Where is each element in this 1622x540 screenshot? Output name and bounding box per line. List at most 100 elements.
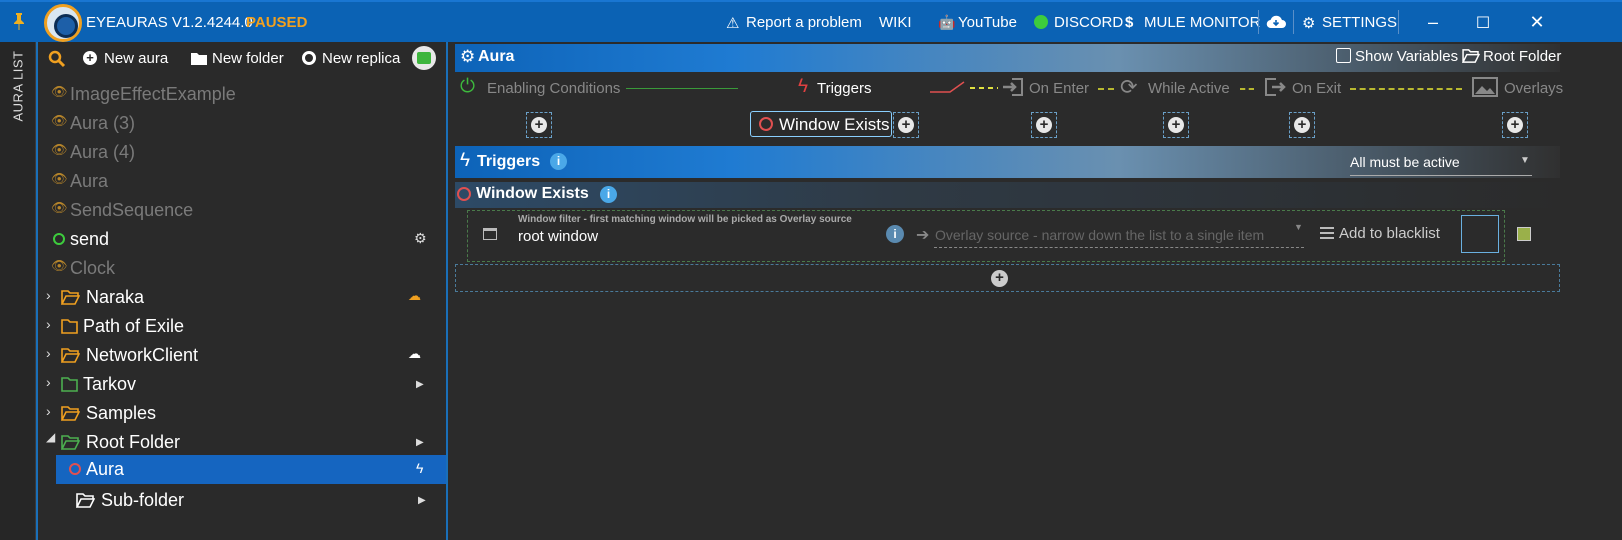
import-icon [417, 52, 431, 64]
check-circle-icon [53, 233, 65, 245]
window-filter-caption: Window filter - first matching window wi… [518, 214, 852, 225]
pin-icon[interactable] [12, 12, 26, 30]
info-icon[interactable]: i [550, 153, 567, 170]
enable-checkbox[interactable] [1517, 227, 1531, 241]
on-enter-tab[interactable]: On Enter [1029, 80, 1089, 97]
triggers-tab[interactable]: Triggers [817, 80, 871, 97]
plus-circle-icon: + [991, 270, 1008, 287]
tree-folder[interactable]: › Path of Exile [46, 313, 440, 341]
tree-item[interactable]: 👁 ImageEffectExample [50, 81, 440, 109]
wiki-link[interactable]: WIKI [879, 14, 912, 31]
while-active-tab[interactable]: While Active [1148, 80, 1230, 97]
report-problem-link[interactable]: Report a problem [746, 14, 862, 31]
add-on-exit-button[interactable]: + [1289, 112, 1315, 138]
tree-folder[interactable]: › Tarkov ▶ [46, 371, 440, 399]
scrollbar[interactable] [1606, 42, 1622, 540]
gear-icon[interactable]: ⚙ [414, 230, 427, 247]
caret-right-icon[interactable]: ▶ [418, 495, 426, 506]
circle-icon [759, 117, 773, 131]
chevron-right-icon[interactable]: › [46, 345, 51, 361]
tree-item-selected[interactable]: Aura ϟ [56, 455, 446, 484]
new-aura-button[interactable]: New aura [104, 50, 168, 67]
tree-item[interactable]: send ⚙ [50, 226, 440, 254]
folder-icon [61, 377, 78, 392]
folder-open-icon [61, 290, 80, 305]
aura-title: Aura [478, 48, 515, 65]
window-exists-chip[interactable]: Window Exists [750, 111, 892, 137]
tree-item[interactable]: 👁 Clock [50, 255, 440, 283]
tree-item[interactable]: 👁 Aura [50, 168, 440, 196]
list-icon [1320, 227, 1334, 239]
tree-folder[interactable]: Sub-folder ▶ [74, 487, 440, 515]
connector-line [1350, 88, 1462, 90]
youtube-link[interactable]: YouTube [958, 14, 1017, 31]
lightning-icon: ϟ [798, 76, 809, 97]
add-to-blacklist-button[interactable]: Add to blacklist [1339, 225, 1440, 242]
add-trigger-row[interactable]: + [455, 264, 1560, 292]
add-overlay-button[interactable]: + [1502, 112, 1528, 138]
chevron-down-icon[interactable]: ◢ [46, 430, 55, 444]
tree-item[interactable]: 👁 SendSequence [50, 197, 440, 225]
trigger-mode-select[interactable]: All must be active ▼ [1350, 150, 1532, 176]
aura-list-label: AURA LIST [10, 50, 26, 122]
tree-folder[interactable]: › NetworkClient ☁ [46, 342, 440, 370]
tree-folder[interactable]: › Samples [46, 400, 440, 428]
window-filter-input[interactable]: root window [518, 228, 598, 245]
exit-icon [1265, 78, 1286, 96]
cloud-upload-icon[interactable]: ☁ [408, 346, 421, 362]
power-icon: ⏻ [460, 76, 476, 97]
window-preview[interactable] [1461, 215, 1499, 253]
info-icon[interactable]: i [600, 186, 617, 203]
add-on-enter-button[interactable]: + [1031, 112, 1057, 138]
add-enabling-condition-button[interactable]: + [526, 112, 552, 138]
window-exists-header [455, 182, 1560, 208]
add-while-active-button[interactable]: + [1163, 112, 1189, 138]
eye-hidden-icon: 👁 [51, 84, 68, 99]
new-folder-button[interactable]: New folder [212, 50, 284, 67]
caret-right-icon[interactable]: ▶ [416, 437, 424, 448]
app-logo [44, 4, 82, 42]
cloud-download-icon[interactable] [1266, 14, 1286, 30]
on-exit-tab[interactable]: On Exit [1292, 80, 1341, 97]
overlay-source-select[interactable]: Overlay source - narrow down the list to… [934, 222, 1304, 248]
tree-folder[interactable]: ◢ Root Folder ▶ [46, 429, 440, 457]
folder-icon [61, 319, 78, 334]
chevron-down-icon: ▼ [1294, 222, 1303, 232]
import-button[interactable] [412, 46, 436, 70]
connector-line [626, 88, 738, 89]
connector-line [930, 81, 998, 93]
robot-icon: 🤖 [938, 14, 956, 30]
add-trigger-button[interactable]: + [893, 112, 919, 138]
eye-hidden-icon: 👁 [51, 258, 68, 273]
overlays-tab[interactable]: Overlays [1504, 80, 1563, 97]
connector-line [1240, 88, 1254, 90]
mule-monitor-link[interactable]: MULE MONITOR [1144, 14, 1260, 31]
caret-right-icon[interactable]: ▶ [416, 379, 424, 390]
discord-link[interactable]: DISCORD [1054, 14, 1123, 31]
tree-item[interactable]: 👁 Aura (3) [50, 110, 440, 138]
settings-link[interactable]: SETTINGS [1322, 14, 1397, 31]
new-replica-button[interactable]: New replica [322, 50, 400, 67]
tree-folder[interactable]: › Naraka ☁ [46, 284, 440, 312]
chevron-right-icon[interactable]: › [46, 287, 51, 303]
maximize-button[interactable]: ☐ [1468, 13, 1498, 33]
search-icon[interactable] [48, 50, 66, 68]
minimize-button[interactable]: – [1418, 12, 1448, 33]
chevron-right-icon[interactable]: › [46, 403, 51, 419]
close-button[interactable]: ✕ [1522, 12, 1552, 33]
divider [1293, 10, 1294, 34]
dollar-icon: $ [1125, 14, 1134, 31]
refresh-icon: ⟳ [1120, 76, 1138, 99]
tree-item[interactable]: 👁 Aura (4) [50, 139, 440, 167]
info-icon[interactable]: i [886, 225, 904, 243]
chevron-right-icon[interactable]: › [46, 316, 51, 332]
enabling-conditions-tab[interactable]: Enabling Conditions [487, 80, 620, 97]
show-variables-checkbox[interactable] [1336, 48, 1351, 63]
warning-icon: ⚠ [726, 15, 740, 32]
aura-list-strip[interactable]: AURA LIST [0, 42, 36, 540]
chevron-right-icon[interactable]: › [46, 374, 51, 390]
root-folder-link[interactable]: Root Folder [1483, 48, 1561, 65]
triggers-title: Triggers [477, 153, 541, 170]
discord-status-icon [1034, 15, 1048, 29]
cloud-upload-icon[interactable]: ☁ [408, 288, 421, 304]
